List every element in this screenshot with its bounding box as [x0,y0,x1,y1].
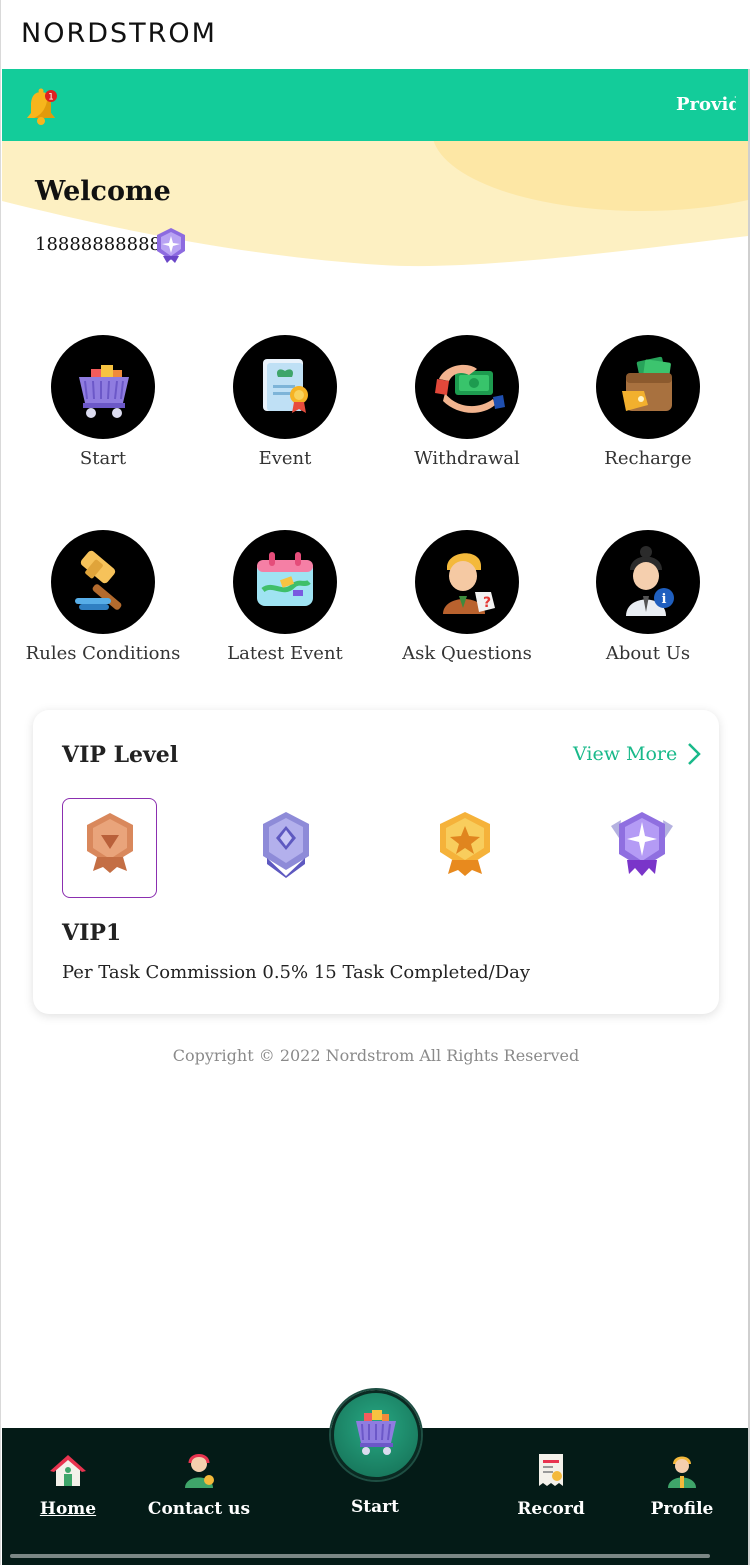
nav-home-label: Home [39,1499,97,1519]
gold-medal-icon [440,812,490,876]
shopping-cart-icon [79,365,129,418]
action-label: Start [79,448,127,469]
user-phone: 18888888888 [35,234,161,255]
top-header: NORDSTROM [1,0,750,69]
svg-text:i: i [662,592,667,607]
action-label: Event [258,448,312,469]
question-person-icon: ? [443,553,495,614]
vip-badge-icon [157,228,185,263]
action-latest-event[interactable]: Latest Event [194,530,376,664]
purple-medal-icon [611,812,673,876]
action-label: Latest Event [227,643,343,664]
calendar-icon [257,552,313,606]
vip-level-card: VIP Level View More VIP1 Per Task Commis… [33,710,719,1014]
user-profile-icon [668,1456,696,1488]
gavel-icon [75,550,122,610]
nav-contact-us[interactable]: Contact us [139,1450,259,1519]
action-label: Withdrawal [414,448,520,469]
nav-record-label: Record [517,1499,585,1519]
vip-medal-option-3[interactable] [418,798,513,898]
notification-badge: 1 [48,93,54,103]
copyright-text: Copyright © 2022 Nordstrom All Rights Re… [172,1046,580,1065]
bell-icon[interactable]: 1 [24,86,60,126]
support-agent-icon [185,1454,214,1488]
chevron-right-icon [688,743,702,765]
wallet-icon [622,356,672,411]
action-about-us[interactable]: i About Us [557,530,739,664]
nav-start-label: Start [351,1497,399,1517]
view-more-label: View More [573,743,678,765]
certificate-icon [263,359,308,413]
nav-home[interactable]: Home [8,1450,128,1519]
action-label: Ask Questions [402,643,532,664]
action-start[interactable]: Start [12,335,194,469]
welcome-title: Welcome [35,176,171,207]
shopping-cart-icon [356,1410,396,1455]
receipt-icon [539,1454,563,1486]
notice-bar[interactable]: 1 Provid [2,69,748,141]
home-indicator-bar [10,1554,710,1558]
action-label: Rules Conditions [25,643,181,664]
bronze-medal-icon [87,813,133,873]
selected-vip-name: VIP1 [62,920,122,946]
silver-medal-icon [263,812,309,878]
app-frame: NORDSTROM 1 Provid Welcome 18888888888 S… [0,0,750,1565]
home-icon [50,1455,86,1486]
action-recharge[interactable]: Recharge [557,335,739,469]
nav-record[interactable]: Record [491,1450,611,1519]
nav-contact-label: Contact us [147,1499,251,1519]
action-rules-conditions[interactable]: Rules Conditions [12,530,194,664]
nav-profile-label: Profile [650,1499,714,1519]
action-label: Recharge [604,448,692,469]
svg-text:?: ? [483,595,491,611]
action-label: About Us [605,643,691,664]
nav-start-fab[interactable] [331,1390,421,1480]
vip-medal-option-1[interactable] [62,798,157,898]
action-withdrawal[interactable]: Withdrawal [376,335,558,469]
selected-vip-description: Per Task Commission 0.5% 15 Task Complet… [62,962,531,983]
vip-medal-option-2[interactable] [239,798,334,898]
welcome-hero-background [2,141,748,291]
nav-profile[interactable]: Profile [622,1450,742,1519]
vip-section-title: VIP Level [62,742,179,768]
brand-logo: NORDSTROM [21,18,217,49]
cash-hand-icon [435,364,505,413]
vip-medal-option-4[interactable] [595,798,690,898]
action-ask-questions[interactable]: ? Ask Questions [376,530,558,664]
view-more-link[interactable]: View More [573,742,702,766]
notice-marquee-text: Provid [676,94,736,115]
action-event[interactable]: Event [194,335,376,469]
info-person-icon: i [626,546,674,616]
